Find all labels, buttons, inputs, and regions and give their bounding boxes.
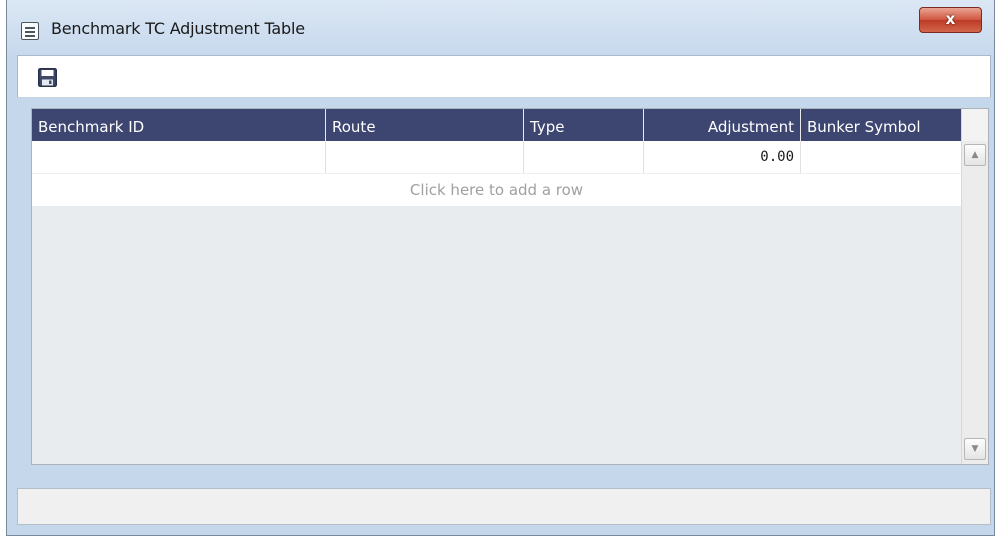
table-header: Benchmark ID Route Type Adjustment Bunke… (32, 109, 961, 141)
cell-adjustment[interactable]: 0.00 (644, 141, 801, 173)
table-window-icon (21, 22, 39, 40)
dialog-window: Benchmark TC Adjustment Table x Benchmar… (6, 0, 995, 536)
column-header-adjustment[interactable]: Adjustment (644, 109, 801, 141)
table-row[interactable]: 0.00 (32, 141, 961, 174)
cell-route[interactable] (326, 141, 524, 173)
scrollbar-header-corner (962, 109, 988, 141)
toolbar (17, 55, 991, 98)
adjustment-grid: Benchmark ID Route Type Adjustment Bunke… (31, 108, 989, 465)
save-icon[interactable] (38, 68, 57, 91)
window-title: Benchmark TC Adjustment Table (51, 19, 305, 38)
column-header-bunker-symbol[interactable]: Bunker Symbol (801, 109, 961, 141)
column-header-route[interactable]: Route (326, 109, 524, 141)
scroll-up-icon[interactable]: ▲ (964, 144, 986, 166)
scroll-down-icon[interactable]: ▼ (964, 438, 986, 460)
title-bar[interactable]: Benchmark TC Adjustment Table x (7, 0, 994, 55)
cell-bunker-symbol[interactable] (801, 141, 961, 173)
column-header-benchmark-id[interactable]: Benchmark ID (32, 109, 326, 141)
vertical-scrollbar[interactable]: ▲ ▼ (961, 109, 988, 464)
close-button[interactable]: x (919, 7, 982, 33)
cell-type[interactable] (524, 141, 644, 173)
cell-benchmark-id[interactable] (32, 141, 326, 173)
column-header-type[interactable]: Type (524, 109, 644, 141)
status-bar (17, 488, 991, 525)
add-row-button[interactable]: Click here to add a row (32, 174, 961, 206)
